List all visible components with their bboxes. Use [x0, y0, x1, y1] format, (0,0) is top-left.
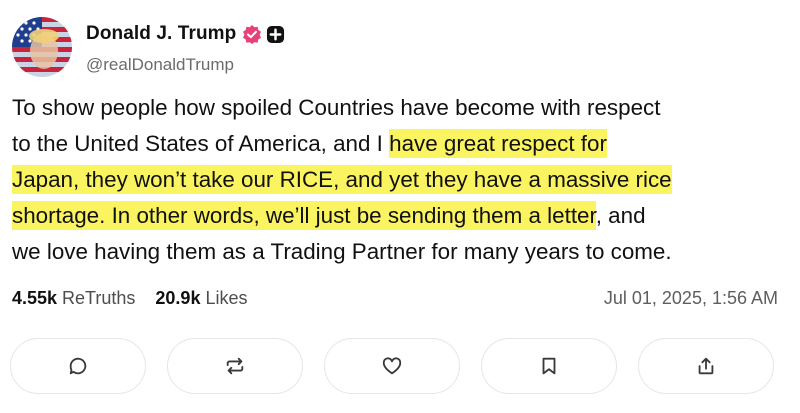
bookmark-icon [542, 357, 556, 375]
reply-button[interactable] [10, 338, 146, 394]
highlighted-text: Japan, they won’t take our RICE, and yet… [12, 165, 672, 194]
plain-text: to the United States of America, and I [12, 131, 390, 156]
likes-stat[interactable]: 20.9k Likes [155, 288, 247, 309]
heart-icon [382, 357, 402, 375]
retruths-count: 4.55k [12, 288, 58, 308]
share-icon [698, 357, 714, 375]
action-bar [10, 338, 780, 398]
post-text-line: To show people how spoiled Countries hav… [12, 90, 792, 126]
avatar[interactable] [12, 17, 72, 77]
post-text-line: shortage. In other words, we’ll just be … [12, 198, 792, 234]
bookmark-button[interactable] [481, 338, 617, 394]
repost-icon [226, 357, 244, 375]
post-timestamp[interactable]: Jul 01, 2025, 1:56 AM [604, 288, 778, 309]
post-text-line: we love having them as a Trading Partner… [12, 234, 792, 270]
avatar-american-flag-portrait [12, 17, 72, 77]
likes-count: 20.9k [155, 288, 201, 308]
share-button[interactable] [638, 338, 774, 394]
retruths-label: ReTruths [62, 288, 136, 308]
retruth-button[interactable] [167, 338, 303, 394]
likes-label: Likes [205, 288, 248, 308]
display-name[interactable]: Donald J. Trump [86, 23, 236, 45]
post-stats: 4.55k ReTruths 20.9k Likes [12, 288, 247, 309]
name-row: Donald J. Trump [86, 23, 285, 45]
highlighted-text: have great respect for [389, 129, 607, 158]
post-text-line: Japan, they won’t take our RICE, and yet… [12, 162, 792, 198]
author-handle[interactable]: @realDonaldTrump [86, 55, 234, 75]
highlighted-text: shortage. In other words, we’ll just be … [12, 201, 596, 230]
verified-badge-icon [242, 24, 262, 44]
post-body: To show people how spoiled Countries hav… [12, 90, 792, 270]
plain-text: , and [595, 203, 646, 228]
like-button[interactable] [324, 338, 460, 394]
post-text-line: to the United States of America, and I h… [12, 126, 792, 162]
retruths-stat[interactable]: 4.55k ReTruths [12, 288, 135, 309]
plain-text: we love having them as a Trading Partner… [12, 239, 672, 264]
post-header: Donald J. Trump @realDonaldTrump [12, 17, 772, 81]
plus-badge-icon [266, 25, 285, 44]
comment-icon [69, 357, 87, 375]
plain-text: To show people how spoiled Countries hav… [12, 95, 661, 120]
